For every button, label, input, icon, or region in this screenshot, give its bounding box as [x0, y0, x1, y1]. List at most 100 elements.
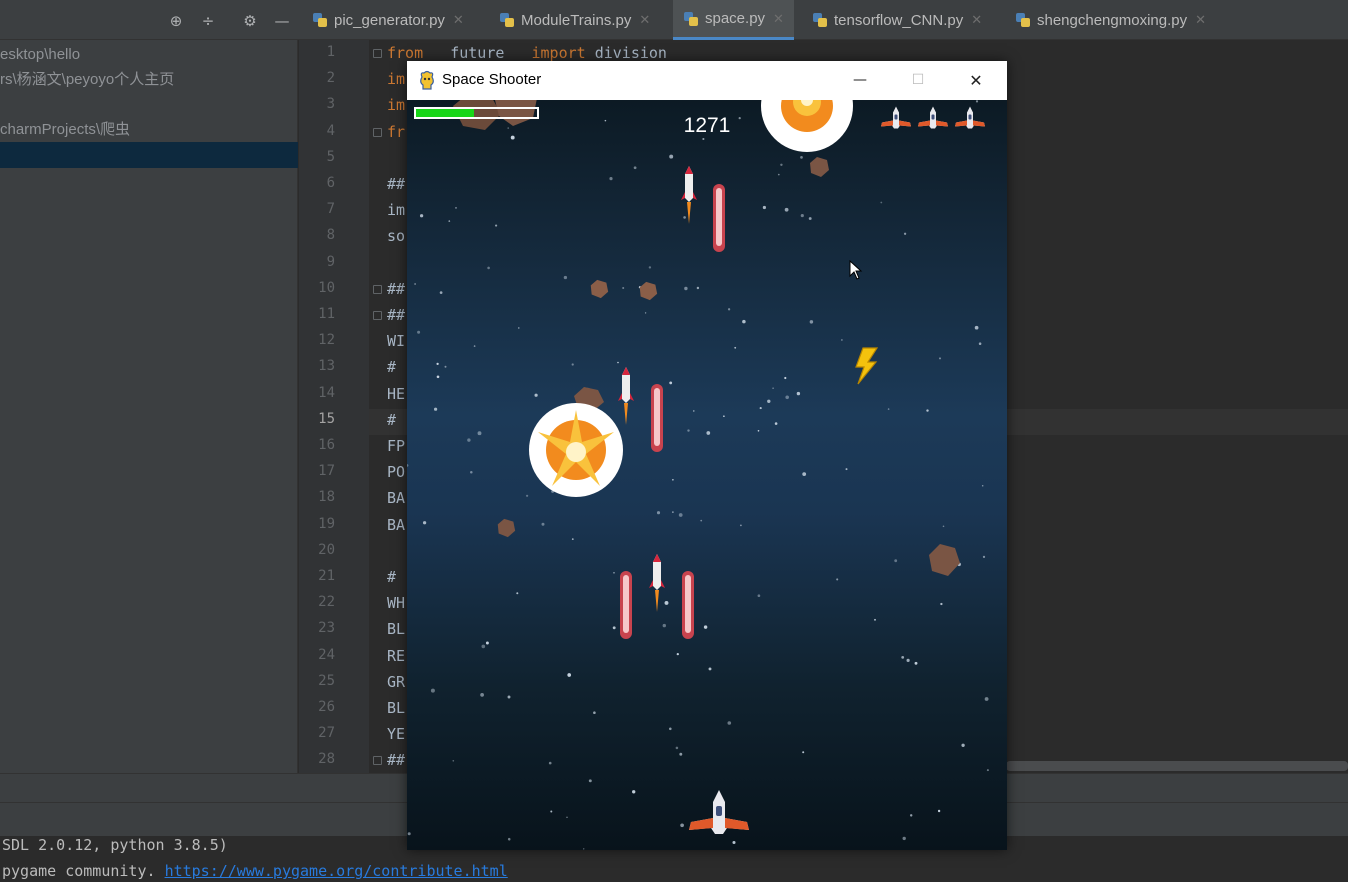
code-line-1: from __future__ import division — [387, 44, 667, 62]
close-icon[interactable]: ✕ — [453, 12, 464, 28]
code-line: BA — [387, 515, 406, 534]
code-line: so — [387, 227, 406, 246]
code-line: # — [387, 410, 397, 429]
health-bar-fill — [416, 109, 475, 117]
code-line: # — [387, 568, 397, 586]
code-line: WH — [387, 594, 406, 613]
code-line: BL — [387, 699, 406, 717]
close-button[interactable]: ✕ — [947, 61, 1005, 100]
fold-marker-icon[interactable] — [373, 756, 382, 766]
editor-horizontal-scrollbar[interactable] — [1006, 761, 1348, 771]
console-line: SDL 2.0.12, python 3.8.5) — [2, 836, 228, 854]
collapse-icon[interactable]: ÷ — [199, 12, 217, 30]
line-number: 8 — [326, 227, 335, 244]
laser-bullet — [620, 571, 632, 639]
console-text: pygame community. — [2, 862, 165, 880]
python-file-icon — [499, 12, 515, 28]
line-number: 25 — [318, 672, 335, 689]
close-icon[interactable]: ✕ — [639, 12, 650, 28]
code-line: WI — [387, 332, 406, 351]
life-ship-icon — [918, 106, 948, 129]
minimize-button[interactable]: — — [831, 61, 889, 100]
code-text: division — [585, 44, 667, 62]
tab-space[interactable]: space.py ✕ — [673, 0, 794, 40]
line-number: 15 — [318, 410, 335, 427]
missile — [649, 554, 665, 612]
meteor-medium — [929, 544, 960, 576]
bolt-powerup-icon — [855, 347, 879, 385]
python-file-icon — [1015, 12, 1031, 28]
laser-bullet — [682, 571, 694, 639]
code-line: BL — [387, 620, 406, 639]
line-number: 1 — [326, 44, 335, 60]
tab-moduletrains[interactable]: ModuleTrains.py ✕ — [489, 0, 660, 40]
code-line: YE — [387, 725, 406, 744]
code-line: ## — [387, 306, 406, 324]
maximize-button[interactable]: ☐ — [889, 61, 947, 100]
gear-icon[interactable]: ⚙ — [241, 12, 259, 30]
game-canvas[interactable]: 1271 — [407, 100, 1007, 850]
line-number: 18 — [318, 489, 335, 506]
editor-tab-bar: ⊕ ÷ ⚙ — pic_generator.py ✕ ModuleTrains.… — [0, 0, 1348, 40]
tree-item-selected[interactable] — [0, 142, 298, 168]
line-number: 5 — [326, 148, 335, 165]
tab-shengchengmoxing[interactable]: shengchengmoxing.py ✕ — [1005, 0, 1216, 40]
missile — [681, 166, 697, 224]
close-icon[interactable]: ✕ — [773, 11, 784, 27]
fold-marker-icon[interactable] — [373, 284, 382, 294]
fold-marker-icon[interactable] — [373, 127, 382, 137]
keyword: import — [531, 44, 586, 62]
code-line: im — [387, 201, 406, 220]
meteor-small — [810, 157, 829, 177]
life-ship-icon — [955, 106, 985, 129]
starfield — [407, 100, 989, 850]
line-number: 21 — [318, 568, 335, 584]
locate-icon[interactable]: ⊕ — [167, 12, 185, 30]
line-number: 24 — [318, 646, 335, 663]
code-line: fr — [387, 122, 406, 141]
code-line: ## — [387, 751, 406, 770]
mouse-cursor-icon — [849, 260, 863, 280]
line-number: 23 — [318, 620, 335, 637]
tree-item[interactable]: rs\杨涵文\peyoyo个人主页 — [0, 67, 298, 93]
line-number: 7 — [326, 201, 335, 218]
score-display: 1271 — [683, 114, 731, 137]
window-titlebar[interactable]: Space Shooter — ☐ ✕ — [407, 61, 1007, 100]
fold-marker-icon[interactable] — [373, 311, 382, 320]
line-number: 9 — [326, 253, 335, 270]
close-icon[interactable]: ✕ — [971, 12, 982, 28]
meteor-small — [497, 518, 516, 538]
tab-label: shengchengmoxing.py — [1037, 11, 1188, 29]
close-icon[interactable]: ✕ — [1195, 12, 1206, 28]
tab-label: pic_generator.py — [334, 11, 445, 29]
line-number: 28 — [318, 751, 335, 768]
fold-marker-icon[interactable] — [373, 49, 382, 58]
tab-label: space.py — [705, 10, 766, 27]
tree-item[interactable]: esktop\hello — [0, 42, 298, 68]
explosion — [761, 100, 853, 152]
pygame-logo-icon — [420, 70, 434, 90]
missile — [618, 367, 634, 425]
tree-item[interactable]: charmProjects\爬虫 — [0, 117, 298, 143]
line-number: 12 — [318, 332, 335, 349]
python-file-icon — [812, 12, 828, 28]
tab-tensorflow-cnn[interactable]: tensorflow_CNN.py ✕ — [802, 0, 992, 40]
line-number: 27 — [318, 725, 335, 742]
tab-label: ModuleTrains.py — [521, 11, 632, 29]
console-line: pygame community. https://www.pygame.org… — [2, 862, 508, 880]
life-ship-icon — [881, 106, 911, 129]
python-file-icon — [683, 11, 699, 27]
tab-label: tensorflow_CNN.py — [834, 11, 964, 29]
line-number: 4 — [326, 122, 335, 139]
hide-panel-icon[interactable]: — — [273, 12, 291, 30]
meteor-small — [590, 279, 609, 299]
line-number: 22 — [318, 594, 335, 611]
console-link[interactable]: https://www.pygame.org/contribute.html — [165, 862, 508, 880]
code-line: FP — [387, 437, 406, 455]
laser-bullet — [713, 184, 725, 252]
game-window: Space Shooter — ☐ ✕ 1271 — [407, 61, 1007, 850]
code-line: im — [387, 70, 406, 89]
code-line: GR — [387, 672, 406, 691]
line-number: 10 — [318, 279, 335, 296]
tab-pic-generator[interactable]: pic_generator.py ✕ — [302, 0, 474, 40]
